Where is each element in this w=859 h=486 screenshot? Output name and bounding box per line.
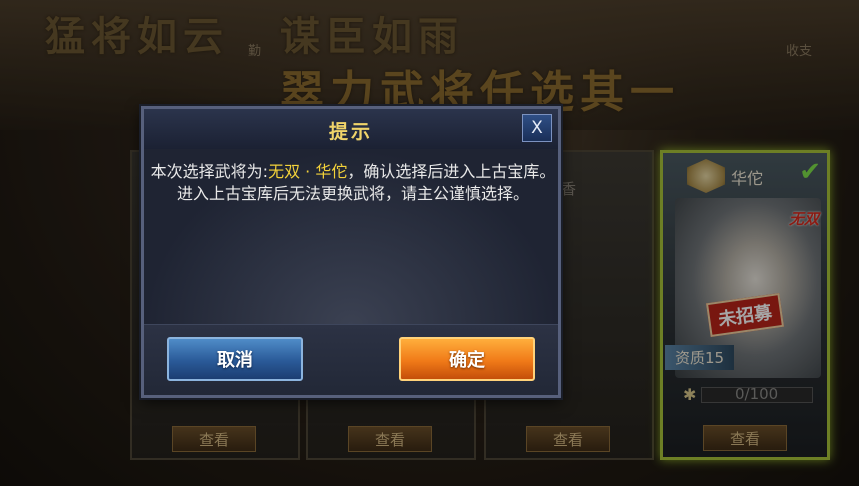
selected-general-name: 无双 · 华佗 (268, 162, 348, 181)
confirm-dialog: 提示 X 本次选择武将为:无双 · 华佗，确认选择后进入上古宝库。进入上古宝库后… (141, 106, 561, 398)
close-button[interactable]: X (522, 114, 552, 142)
cancel-button[interactable]: 取消 (167, 337, 303, 381)
dialog-message: 本次选择武将为:无双 · 华佗，确认选择后进入上古宝库。进入上古宝库后无法更换武… (150, 161, 556, 205)
dialog-header: 提示 X (144, 109, 558, 151)
message-prefix: 本次选择武将为: (150, 162, 269, 181)
dialog-title: 提示 (328, 121, 373, 143)
dialog-footer: 取消 确定 (144, 324, 558, 395)
confirm-button[interactable]: 确定 (399, 337, 535, 381)
